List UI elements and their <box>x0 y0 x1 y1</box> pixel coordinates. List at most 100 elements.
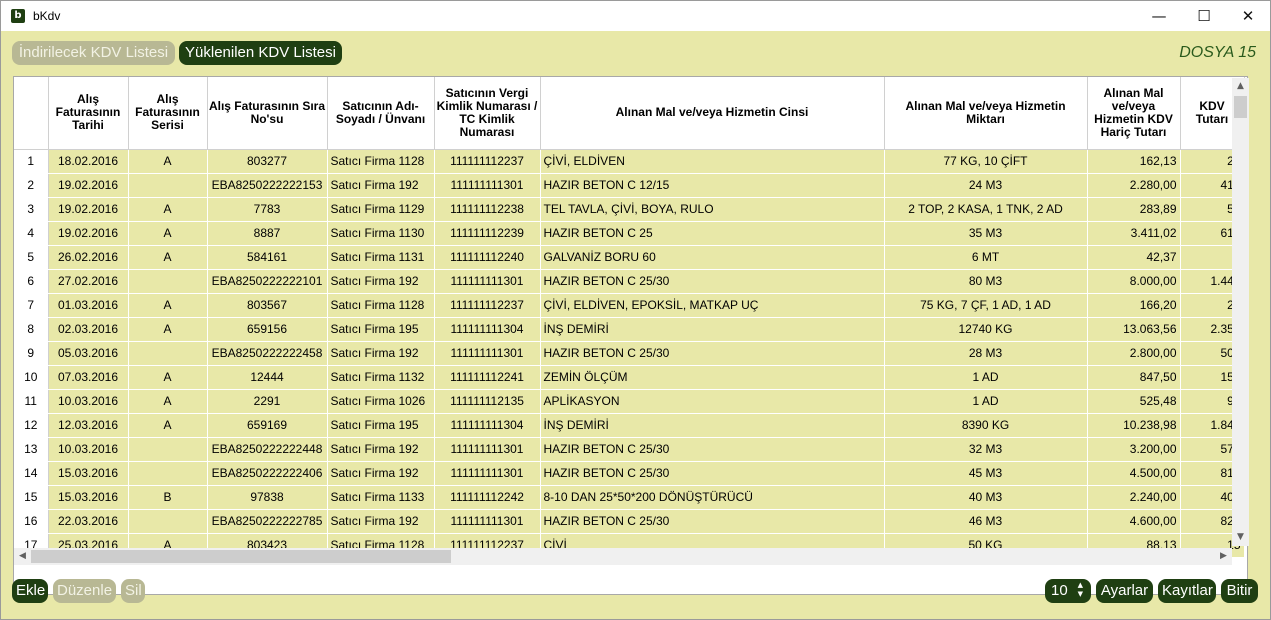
cell-sira-no[interactable]: 659169 <box>207 413 328 438</box>
scroll-down-arrow-icon[interactable]: ▼ <box>1232 529 1249 546</box>
cell-vkn[interactable]: 111111112239 <box>434 221 541 246</box>
cell-satici[interactable]: Satıcı Firma 195 <box>327 413 435 438</box>
horizontal-scrollbar[interactable]: ◀ ▶ <box>14 548 1232 565</box>
duzenle-button[interactable]: Düzenle <box>53 579 116 603</box>
cell-vkn[interactable]: 111111112135 <box>434 389 541 414</box>
table-row[interactable]: 3 19.02.2016 A 7783 Satıcı Firma 1129 1111111… <box>14 197 1245 222</box>
cell-vkn[interactable]: 111111112240 <box>434 245 541 270</box>
cell-sira-no[interactable]: EBA8250222222785 <box>207 509 328 534</box>
cins-header[interactable]: Alınan Mal ve/veya Hizmetin Cinsi <box>540 77 885 150</box>
row-number[interactable]: 14 <box>14 461 49 486</box>
cell-seri[interactable]: B <box>128 485 208 510</box>
cell-tarih[interactable]: 01.03.2016 <box>48 293 129 318</box>
tutar-header[interactable]: Alınan Mal ve/veya Hizmetin KDV Hariç Tu… <box>1087 77 1181 150</box>
cell-tarih[interactable]: 12.03.2016 <box>48 413 129 438</box>
table-row[interactable]: 2 19.02.2016 EBA8250222222153 Satıcı Firma … <box>14 173 1245 198</box>
cell-tarih[interactable]: 27.02.2016 <box>48 269 129 294</box>
cell-seri[interactable]: A <box>128 365 208 390</box>
row-number[interactable]: 5 <box>14 245 49 270</box>
cell-vkn[interactable]: 111111112237 <box>434 149 541 174</box>
cell-vkn[interactable]: 111111111301 <box>434 173 541 198</box>
cell-seri[interactable] <box>128 269 208 294</box>
page-size-spinner[interactable]: 10 ▲ ▼ <box>1045 579 1091 603</box>
cell-vkn[interactable]: 111111111301 <box>434 437 541 462</box>
cell-cins[interactable]: HAZIR BETON C 25 <box>540 221 885 246</box>
cell-seri[interactable] <box>128 461 208 486</box>
row-number[interactable]: 2 <box>14 173 49 198</box>
cell-seri[interactable] <box>128 341 208 366</box>
cell-tarih[interactable]: 19.02.2016 <box>48 197 129 222</box>
cell-cins[interactable]: HAZIR BETON C 25/30 <box>540 437 885 462</box>
vertical-scroll-thumb[interactable] <box>1234 96 1247 118</box>
table-row[interactable]: 6 27.02.2016 EBA8250222222101 Satıcı Firma … <box>14 269 1245 294</box>
row-number[interactable]: 7 <box>14 293 49 318</box>
cell-miktar[interactable]: 32 M3 <box>884 437 1088 462</box>
cell-cins[interactable]: TEL TAVLA, ÇİVİ, BOYA, RULO <box>540 197 885 222</box>
cell-cins[interactable]: ZEMİN ÖLÇÜM <box>540 365 885 390</box>
cell-tarih[interactable]: 15.03.2016 <box>48 461 129 486</box>
cell-satici[interactable]: Satıcı Firma 192 <box>327 341 435 366</box>
cell-satici[interactable]: Satıcı Firma 192 <box>327 461 435 486</box>
close-button[interactable]: ✕ <box>1225 1 1271 32</box>
cell-cins[interactable]: HAZIR BETON C 25/30 <box>540 341 885 366</box>
cell-tarih[interactable]: 10.03.2016 <box>48 389 129 414</box>
cell-satici[interactable]: Satıcı Firma 195 <box>327 317 435 342</box>
table-row[interactable]: 13 10.03.2016 EBA8250222222448 Satıcı Firma… <box>14 437 1245 462</box>
cell-cins[interactable]: APLİKASYON <box>540 389 885 414</box>
horizontal-scroll-thumb[interactable] <box>31 550 451 563</box>
table-row[interactable]: 5 26.02.2016 A 584161 Satıcı Firma 1131 11111… <box>14 245 1245 270</box>
cell-miktar[interactable]: 77 KG, 10 ÇİFT <box>884 149 1088 174</box>
cell-satici[interactable]: Satıcı Firma 1133 <box>327 485 435 510</box>
row-number[interactable]: 11 <box>14 389 49 414</box>
cell-sira-no[interactable]: 2291 <box>207 389 328 414</box>
table-row[interactable]: 14 15.03.2016 EBA8250222222406 Satıcı Firma… <box>14 461 1245 486</box>
cell-cins[interactable]: HAZIR BETON C 12/15 <box>540 173 885 198</box>
cell-cins[interactable]: ÇİVİ, ELDİVEN <box>540 149 885 174</box>
cell-satici[interactable]: Satıcı Firma 1128 <box>327 149 435 174</box>
table-row[interactable]: 9 05.03.2016 EBA8250222222458 Satıcı Firma … <box>14 341 1245 366</box>
cell-sira-no[interactable]: 584161 <box>207 245 328 270</box>
cell-miktar[interactable]: 40 M3 <box>884 485 1088 510</box>
cell-vkn[interactable]: 111111111304 <box>434 317 541 342</box>
minimize-button[interactable]: — <box>1136 1 1182 32</box>
cell-seri[interactable]: A <box>128 389 208 414</box>
table-row[interactable]: 10 07.03.2016 A 12444 Satıcı Firma 1132 11111… <box>14 365 1245 390</box>
satici-header[interactable]: Satıcının Adı-Soyadı / Ünvanı <box>327 77 435 150</box>
table-row[interactable]: 4 19.02.2016 A 8887 Satıcı Firma 1130 1111111… <box>14 221 1245 246</box>
cell-miktar[interactable]: 45 M3 <box>884 461 1088 486</box>
cell-tutar[interactable]: 166,20 <box>1087 293 1181 318</box>
cell-seri[interactable]: A <box>128 317 208 342</box>
cell-miktar[interactable]: 8390 KG <box>884 413 1088 438</box>
cell-vkn[interactable]: 111111112241 <box>434 365 541 390</box>
cell-tutar[interactable]: 847,50 <box>1087 365 1181 390</box>
scroll-left-arrow-icon[interactable]: ◀ <box>14 548 31 565</box>
scroll-up-arrow-icon[interactable]: ▲ <box>1232 78 1249 95</box>
cell-tutar[interactable]: 4.500,00 <box>1087 461 1181 486</box>
row-number[interactable]: 12 <box>14 413 49 438</box>
cell-tutar[interactable]: 2.240,00 <box>1087 485 1181 510</box>
bitir-button[interactable]: Bitir <box>1221 579 1258 603</box>
cell-satici[interactable]: Satıcı Firma 1129 <box>327 197 435 222</box>
table-row[interactable]: 7 01.03.2016 A 803567 Satıcı Firma 1128 11111… <box>14 293 1245 318</box>
cell-sira-no[interactable]: 12444 <box>207 365 328 390</box>
cell-sira-no[interactable]: 7783 <box>207 197 328 222</box>
cell-seri[interactable]: A <box>128 197 208 222</box>
cell-cins[interactable]: GALVANİZ BORU 60 <box>540 245 885 270</box>
cell-tutar[interactable]: 10.238,98 <box>1087 413 1181 438</box>
cell-sira-no[interactable]: EBA8250222222448 <box>207 437 328 462</box>
cell-satici[interactable]: Satıcı Firma 1130 <box>327 221 435 246</box>
vertical-scrollbar[interactable]: ▲ ▼ <box>1232 78 1249 546</box>
cell-cins[interactable]: İNŞ DEMİRİ <box>540 413 885 438</box>
cell-tarih[interactable]: 10.03.2016 <box>48 437 129 462</box>
seri-header[interactable]: Alış Faturasının Serisi <box>128 77 208 150</box>
cell-tutar[interactable]: 8.000,00 <box>1087 269 1181 294</box>
cell-vkn[interactable]: 111111111301 <box>434 509 541 534</box>
ayarlar-button[interactable]: Ayarlar <box>1096 579 1153 603</box>
cell-satici[interactable]: Satıcı Firma 192 <box>327 173 435 198</box>
sil-button[interactable]: Sil <box>121 579 145 603</box>
cell-vkn[interactable]: 111111112242 <box>434 485 541 510</box>
row-number[interactable]: 6 <box>14 269 49 294</box>
cell-satici[interactable]: Satıcı Firma 1132 <box>327 365 435 390</box>
ekle-button[interactable]: Ekle <box>12 579 48 603</box>
cell-tarih[interactable]: 22.03.2016 <box>48 509 129 534</box>
